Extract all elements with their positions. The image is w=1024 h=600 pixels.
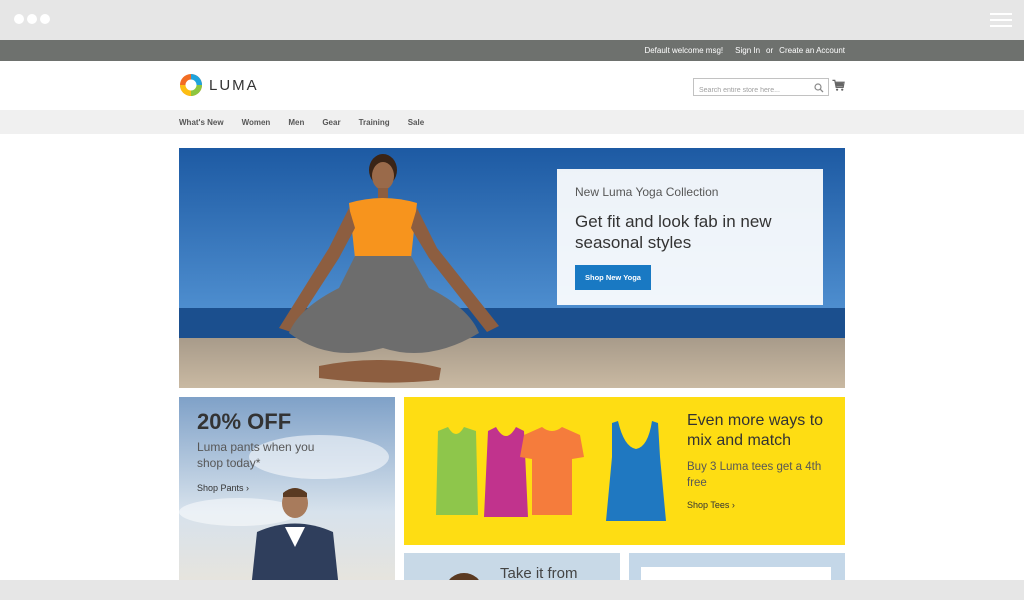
shop-new-yoga-button[interactable]: Shop New Yoga xyxy=(575,265,651,290)
window-dot xyxy=(14,14,24,24)
search-input[interactable] xyxy=(694,82,828,99)
promo-take-it-from[interactable]: Take it from xyxy=(404,553,620,580)
shop-pants-link[interactable]: Shop Pants › xyxy=(197,483,327,493)
or-text: or xyxy=(766,46,774,55)
search-icon[interactable] xyxy=(814,83,824,93)
hero-banner[interactable]: New Luma Yoga Collection Get fit and loo… xyxy=(179,148,845,388)
logo-text: LUMA xyxy=(209,76,259,94)
nav-item-gear[interactable]: Gear xyxy=(322,118,340,127)
hero-title: Get fit and look fab in new seasonal sty… xyxy=(575,212,772,252)
cart-icon[interactable] xyxy=(832,79,845,92)
promo-bottom-right[interactable] xyxy=(629,553,845,580)
hero-card: New Luma Yoga Collection Get fit and loo… xyxy=(557,169,823,305)
nav-item-whats-new[interactable]: What's New xyxy=(179,118,224,127)
promo-pants[interactable]: 20% OFF Luma pants when you shop today* … xyxy=(179,397,395,580)
nav-item-sale[interactable]: Sale xyxy=(408,118,424,127)
logo[interactable]: LUMA xyxy=(179,73,259,97)
search-box xyxy=(693,78,829,99)
sign-in-link[interactable]: Sign In xyxy=(735,46,760,55)
nav-item-women[interactable]: Women xyxy=(242,118,271,127)
main-content: New Luma Yoga Collection Get fit and loo… xyxy=(179,148,845,580)
top-panel: Default welcome msg! Sign In or Create a… xyxy=(0,40,1024,61)
nav-item-training[interactable]: Training xyxy=(359,118,390,127)
browser-bottom-bar xyxy=(0,580,1024,600)
pants-promo-title: 20% OFF xyxy=(197,409,292,434)
create-account-link[interactable]: Create an Account xyxy=(779,46,845,55)
header: LUMA xyxy=(0,61,1024,110)
window-dot xyxy=(27,14,37,24)
promo-tees[interactable]: Even more ways to mix and match Buy 3 Lu… xyxy=(404,397,845,545)
main-nav: What's New Women Men Gear Training Sale xyxy=(0,110,1024,134)
luma-logo-icon xyxy=(180,74,202,96)
window-dots xyxy=(14,14,50,24)
window-dot xyxy=(40,14,50,24)
nav-item-men[interactable]: Men xyxy=(288,118,304,127)
tees-promo-desc: Buy 3 Luma tees get a 4th free xyxy=(687,461,822,489)
take-it-from-text: Take it from xyxy=(500,565,578,580)
tees-promo-title: Even more ways to mix and match xyxy=(687,412,824,449)
browser-chrome xyxy=(0,0,1024,40)
welcome-message: Default welcome msg! xyxy=(644,46,724,55)
promo-bottom-card xyxy=(641,567,831,580)
shop-tees-link[interactable]: Shop Tees › xyxy=(687,500,837,510)
hero-subtitle: New Luma Yoga Collection xyxy=(575,185,719,199)
pants-promo-desc: Luma pants when you shop today* xyxy=(197,440,315,470)
page: Default welcome msg! Sign In or Create a… xyxy=(0,40,1024,580)
menu-icon[interactable] xyxy=(990,13,1012,27)
